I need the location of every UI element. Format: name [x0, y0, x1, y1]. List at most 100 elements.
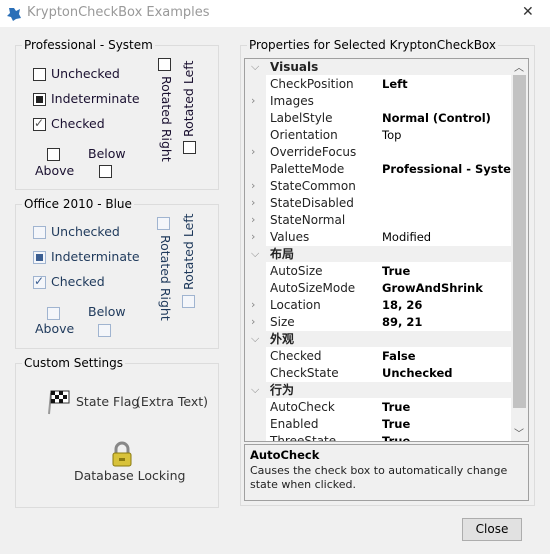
property-value[interactable]: Unchecked — [379, 365, 512, 381]
checkbox-label[interactable]: Rotated Left — [181, 214, 196, 290]
checkbox-rotated-right[interactable] — [158, 58, 171, 71]
property-row[interactable]: CheckPosition Left — [245, 76, 512, 93]
checkbox-label[interactable]: Rotated Left — [181, 61, 196, 137]
checkbox-label[interactable]: Unchecked — [51, 66, 120, 81]
property-row[interactable]: › StateCommon — [245, 178, 512, 195]
checkbox-checked[interactable]: ✓ — [33, 274, 46, 289]
checkbox-label[interactable]: Below — [88, 304, 126, 319]
scroll-down-icon[interactable]: ﹀ — [514, 425, 524, 440]
chevron-right-icon[interactable]: › — [251, 229, 255, 245]
chevron-down-icon[interactable]: ⌵ — [251, 331, 259, 347]
property-row[interactable]: Enabled True — [245, 416, 512, 433]
property-value[interactable]: True — [379, 433, 512, 441]
checkbox-rotated-left[interactable] — [183, 141, 196, 154]
property-category[interactable]: ⌵ 行为 — [245, 382, 512, 399]
chevron-right-icon[interactable]: › — [251, 297, 255, 313]
extra-text-label[interactable]: (Extra Text) — [136, 394, 208, 409]
checkbox-rotated-right[interactable] — [157, 217, 170, 230]
checkbox-unchecked[interactable] — [33, 226, 46, 239]
scrollbar-thumb[interactable] — [513, 75, 526, 408]
property-row[interactable]: › Values Modified — [245, 229, 512, 246]
row-margin — [245, 348, 266, 365]
property-row[interactable]: AutoSize True — [245, 263, 512, 280]
checkbox-label[interactable]: Below — [88, 146, 126, 161]
chevron-right-icon[interactable]: › — [251, 178, 255, 194]
chevron-right-icon[interactable]: › — [251, 144, 255, 160]
property-value[interactable]: True — [379, 263, 512, 279]
checkbox-rotated-left[interactable] — [182, 295, 195, 308]
row-margin — [245, 110, 266, 127]
checkbox-label[interactable]: Indeterminate — [51, 91, 140, 106]
property-value[interactable]: Top — [379, 127, 512, 143]
description-text: Causes the check box to automatically ch… — [250, 464, 508, 491]
property-row[interactable]: Orientation Top — [245, 127, 512, 144]
row-margin — [245, 178, 266, 195]
database-locking-label[interactable]: Database Locking — [74, 468, 185, 483]
property-value[interactable]: True — [379, 399, 512, 415]
property-row[interactable]: › Images — [245, 93, 512, 110]
property-value[interactable] — [379, 178, 512, 194]
property-row[interactable]: › Location 18, 26 — [245, 297, 512, 314]
row-margin — [245, 314, 266, 331]
checkbox-below[interactable] — [99, 165, 112, 178]
checkbox-label[interactable]: Checked — [51, 116, 105, 131]
checkbox-indeterminate[interactable] — [33, 251, 46, 264]
checkbox-above[interactable] — [47, 148, 60, 161]
property-row[interactable]: ThreeState True — [245, 433, 512, 441]
property-category[interactable]: ⌵ 外观 — [245, 331, 512, 348]
property-row[interactable]: › Size 89, 21 — [245, 314, 512, 331]
chevron-down-icon[interactable]: ⌵ — [251, 382, 259, 398]
property-row[interactable]: › StateNormal — [245, 212, 512, 229]
property-row[interactable]: CheckState Unchecked — [245, 365, 512, 382]
property-value[interactable] — [379, 195, 512, 211]
checkbox-below[interactable] — [98, 324, 111, 337]
chevron-right-icon[interactable]: › — [251, 195, 255, 211]
property-row[interactable]: Checked False — [245, 348, 512, 365]
property-value[interactable]: 89, 21 — [379, 314, 512, 330]
checkbox-indeterminate[interactable] — [33, 93, 46, 106]
property-value[interactable]: False — [379, 348, 512, 364]
checkbox-label[interactable]: Rotated Right — [159, 76, 174, 162]
property-value[interactable]: GrowAndShrink — [379, 280, 512, 296]
checkbox-label[interactable]: Indeterminate — [51, 249, 140, 264]
property-value[interactable] — [379, 212, 512, 228]
property-name: 外观 — [266, 331, 512, 347]
property-row[interactable]: › OverrideFocus — [245, 144, 512, 161]
checkbox-label[interactable]: Rotated Right — [158, 235, 173, 321]
checkbox-label[interactable]: Checked — [51, 274, 105, 289]
checkbox-unchecked[interactable] — [33, 68, 46, 81]
property-value[interactable] — [379, 144, 512, 160]
property-value[interactable]: Modified — [379, 229, 512, 245]
close-button[interactable]: Close — [462, 518, 522, 541]
property-row[interactable]: PaletteMode Professional - System — [245, 161, 512, 178]
property-value[interactable]: Normal (Control) — [379, 110, 512, 126]
state-flag-label[interactable]: State Flag — [76, 394, 139, 409]
chevron-down-icon[interactable]: ⌵ — [251, 246, 259, 262]
row-margin — [245, 229, 266, 246]
window-title: KryptonCheckBox Examples — [27, 5, 210, 20]
property-row[interactable]: AutoSizeMode GrowAndShrink — [245, 280, 512, 297]
checkbox-label[interactable]: Unchecked — [51, 224, 120, 239]
property-row[interactable]: › StateDisabled — [245, 195, 512, 212]
row-margin — [245, 399, 266, 416]
property-row[interactable]: AutoCheck True — [245, 399, 512, 416]
property-value[interactable]: Left — [379, 76, 512, 92]
property-value[interactable]: 18, 26 — [379, 297, 512, 313]
checkbox-above[interactable] — [47, 307, 60, 320]
checkbox-label[interactable]: Above — [35, 321, 74, 336]
window-close-icon[interactable]: ✕ — [522, 4, 534, 20]
property-value[interactable]: True — [379, 416, 512, 432]
chevron-down-icon[interactable]: ⌵ — [251, 59, 259, 75]
property-row[interactable]: LabelStyle Normal (Control) — [245, 110, 512, 127]
chevron-right-icon[interactable]: › — [251, 212, 255, 228]
chevron-right-icon[interactable]: › — [251, 93, 255, 109]
checkbox-checked[interactable]: ✓ — [33, 116, 46, 131]
property-category[interactable]: ⌵ 布局 — [245, 246, 512, 263]
checkbox-label[interactable]: Above — [35, 163, 74, 178]
property-value[interactable] — [379, 93, 512, 109]
scroll-up-icon[interactable]: ︿ — [514, 59, 524, 74]
property-grid[interactable]: ⌵ Visuals CheckPosition Left › Images LabelSty… — [244, 58, 529, 442]
property-value[interactable]: Professional - System — [379, 161, 512, 177]
property-category[interactable]: ⌵ Visuals — [245, 59, 512, 76]
chevron-right-icon[interactable]: › — [251, 314, 255, 330]
